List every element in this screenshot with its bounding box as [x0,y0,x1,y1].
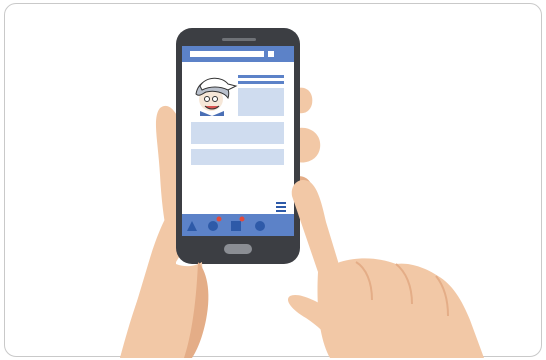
right-hand [287,179,484,358]
search-input[interactable] [190,51,264,57]
nav-square-icon[interactable] [231,221,241,231]
left-finger-2 [298,127,321,163]
content-card [191,149,284,165]
avatar-eye-right [212,96,218,102]
profile-text-line [238,75,284,78]
notification-badge [239,216,245,222]
phone [176,28,300,264]
home-button[interactable] [224,244,252,254]
phone-illustration [120,28,484,358]
profile-text-line [238,81,284,84]
phone-speaker [222,38,256,41]
left-finger-1 [298,87,313,114]
notification-badge [216,216,222,222]
nav-circle-icon[interactable] [255,221,265,231]
avatar-eye-left [204,96,210,102]
profile-info-block [238,88,284,116]
hamburger-icon[interactable] [276,202,286,212]
content-card [191,122,284,144]
square-icon[interactable] [268,51,274,57]
nav-circle-icon[interactable] [208,221,218,231]
right-palm [317,258,484,358]
